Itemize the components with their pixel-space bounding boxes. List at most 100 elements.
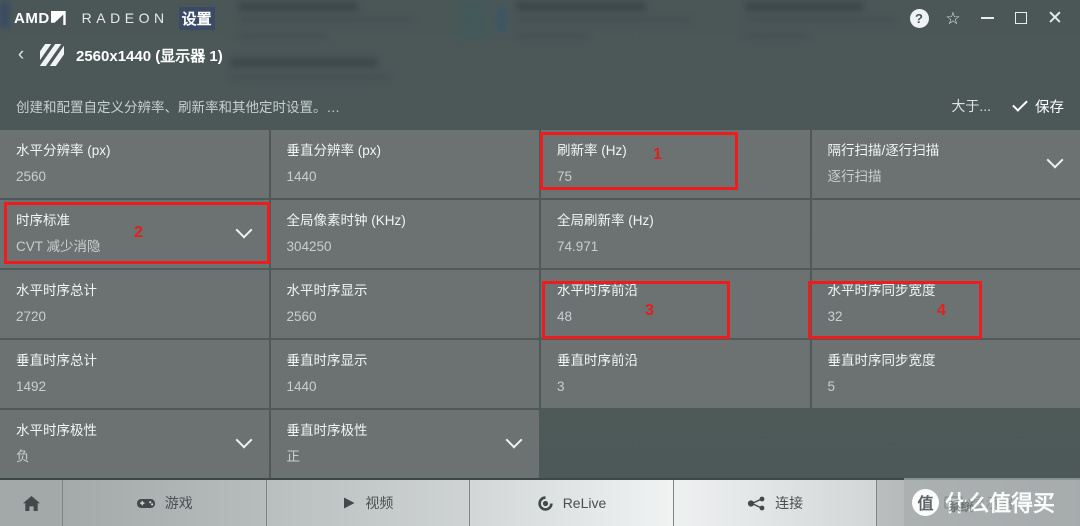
chevron-down-icon[interactable] (1049, 154, 1062, 167)
nav-item-relive[interactable]: ReLive (470, 480, 674, 526)
setting-value: 2720 (16, 309, 47, 324)
setting-label: 全局像素时钟 (KHz) (286, 213, 406, 228)
nav-label-relive: ReLive (562, 495, 607, 511)
setting-field[interactable]: 刷新率 (Hz) 75 (541, 130, 810, 198)
setting-value: 1440 (286, 379, 317, 394)
amd-arrow-icon (50, 11, 66, 25)
setting-dropdown[interactable]: 隔行扫描/逐行扫描 逐行扫描 (811, 130, 1080, 198)
nav-item-connect[interactable]: 连接 (673, 480, 878, 526)
chevron-down-icon[interactable] (508, 434, 521, 447)
relive-icon (537, 495, 554, 512)
setting-value: 2560 (16, 169, 47, 184)
chevron-down-icon[interactable] (238, 224, 251, 237)
setting-field[interactable]: 水平分辨率 (px) 2560 (0, 130, 269, 198)
minimize-icon (980, 17, 994, 19)
title-bar: AMD RADEON 设置 ? ☆ ✕ (0, 0, 1080, 36)
watermark: 值 什么值得买 系统 (904, 478, 1080, 526)
setting-label: 水平时序总计 (16, 283, 97, 298)
save-button[interactable]: 保存 (1012, 95, 1064, 117)
setting-value: 5 (827, 379, 836, 394)
setting-label: 垂直时序显示 (286, 353, 368, 368)
setting-cell-empty (541, 410, 810, 478)
amd-wordmark: AMD (14, 9, 50, 27)
nav-item-games[interactable]: 游戏 (63, 480, 267, 526)
subtitle-row: 创建和配置自定义分辨率、刷新率和其他定时设置。… 大于... 保存 (0, 84, 1080, 128)
page-subtitle: 创建和配置自定义分辨率、刷新率和其他定时设置。… (16, 100, 340, 115)
star-icon: ☆ (945, 8, 961, 28)
page-title: 2560x1440 (显示器 1) (76, 47, 223, 65)
help-icon: ? (909, 8, 929, 28)
chevron-down-icon[interactable] (238, 434, 251, 447)
help-button[interactable]: ? (902, 0, 936, 36)
greater-than-button[interactable]: 大于... (951, 96, 991, 116)
setting-label: 水平分辨率 (px) (16, 143, 111, 158)
watermark-badge-icon: 值 (912, 488, 939, 516)
annotation-number-2: 2 (134, 224, 143, 241)
nav-item-home[interactable] (0, 480, 63, 526)
settings-row: 垂直时序总计 1492 垂直时序显示 1440 垂直时序前沿 3 垂直时序同步宽度 5 (0, 340, 1080, 408)
setting-label: 隔行扫描/逐行扫描 (827, 143, 940, 158)
nav-item-video[interactable]: 视频 (266, 480, 471, 526)
setting-value: 48 (557, 309, 573, 324)
nav-label-video: 视频 (365, 495, 394, 511)
radeon-wordmark: RADEON (81, 10, 169, 26)
setting-value: 1492 (16, 379, 47, 394)
setting-cell-empty (812, 410, 1080, 478)
setting-dropdown[interactable]: 水平时序极性负 (0, 410, 269, 478)
setting-field[interactable]: 水平时序前沿 48 (541, 270, 810, 338)
play-icon (342, 496, 356, 510)
setting-field[interactable]: 垂直时序同步宽度 5 (811, 340, 1080, 408)
breadcrumb: ‹ 2560x1440 (显示器 1) (0, 38, 1080, 72)
setting-label: 水平时序极性 (16, 423, 97, 438)
setting-label: 水平时序显示 (286, 283, 368, 298)
setting-label: 刷新率 (Hz) (557, 143, 627, 158)
setting-field[interactable]: 垂直分辨率 (px) 1440 (270, 130, 539, 198)
setting-dropdown[interactable]: 垂直时序极性正 (270, 410, 539, 478)
maximize-button[interactable] (1004, 0, 1038, 36)
setting-label: 垂直时序极性 (286, 423, 368, 438)
gamepad-icon (136, 496, 156, 510)
setting-value: 304250 (286, 239, 332, 254)
check-icon (1012, 95, 1028, 112)
custom-resolution-stripes-icon (40, 44, 64, 66)
setting-value: 74.971 (557, 239, 599, 254)
setting-label: 全局刷新率 (Hz) (557, 213, 654, 228)
setting-label: 垂直分辨率 (px) (286, 143, 382, 158)
watermark-ghost-text: 系统 (948, 499, 975, 514)
favorite-button[interactable]: ☆ (936, 0, 970, 36)
setting-field[interactable]: 垂直时序前沿 3 (541, 340, 810, 408)
setting-value: 正 (286, 449, 301, 464)
setting-value: 逐行扫描 (827, 169, 882, 184)
settings-row: 水平分辨率 (px) 2560 垂直分辨率 (px) 1440 刷新率 (Hz) 75 隔行… (0, 130, 1080, 198)
setting-label: 水平时序同步宽度 (827, 283, 936, 298)
annotation-number-4: 4 (937, 302, 946, 319)
settings-row: 水平时序极性负垂直时序极性正 (0, 410, 1080, 478)
save-label: 保存 (1035, 99, 1064, 116)
nav-label-games: 游戏 (164, 495, 193, 511)
back-icon[interactable]: ‹ (6, 40, 36, 70)
setting-cell-empty (811, 200, 1080, 268)
share-nodes-icon (747, 496, 766, 511)
setting-field[interactable]: 全局刷新率 (Hz) 74.971 (541, 200, 810, 268)
amd-logo: AMD (14, 11, 66, 26)
setting-field[interactable]: 水平时序总计 2720 (0, 270, 269, 338)
setting-field[interactable]: 水平时序显示 2560 (270, 270, 539, 338)
subtitle-actions: 大于... 保存 (951, 95, 1080, 117)
timing-settings-grid: 水平分辨率 (px) 2560 垂直分辨率 (px) 1440 刷新率 (Hz) 75 隔行… (0, 130, 1080, 480)
home-icon (22, 495, 41, 512)
setting-field[interactable]: 全局像素时钟 (KHz) 304250 (270, 200, 539, 268)
nav-label-connect: 连接 (775, 495, 804, 511)
minimize-button[interactable] (970, 0, 1004, 36)
settings-row: 时序标准 CVT 减少消隐 全局像素时钟 (KHz) 304250 全局刷新率 (Hz)… (0, 200, 1080, 268)
maximize-icon (1015, 12, 1027, 24)
settings-wordmark: 设置 (178, 6, 215, 30)
annotation-number-3: 3 (645, 302, 654, 319)
close-button[interactable]: ✕ (1038, 0, 1072, 36)
setting-field[interactable]: 垂直时序总计 1492 (0, 340, 269, 408)
setting-label: 水平时序前沿 (557, 283, 638, 298)
setting-label: 垂直时序前沿 (557, 353, 638, 368)
setting-label: 垂直时序同步宽度 (827, 353, 936, 368)
setting-field[interactable]: 垂直时序显示 1440 (270, 340, 539, 408)
close-icon: ✕ (1047, 7, 1063, 29)
settings-row: 水平时序总计 2720 水平时序显示 2560 水平时序前沿 48 水平时序同步宽度 32 (0, 270, 1080, 338)
